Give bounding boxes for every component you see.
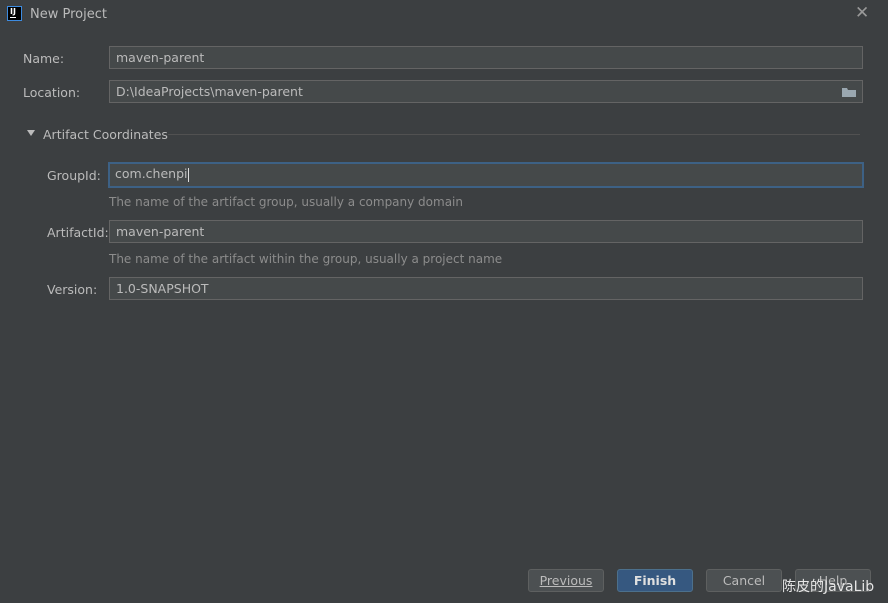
expand-triangle-icon[interactable] — [27, 130, 35, 136]
cancel-button[interactable]: Cancel — [706, 569, 782, 592]
artifactid-label: ArtifactId: — [47, 225, 109, 240]
name-input[interactable]: maven-parent — [109, 46, 863, 69]
artifactid-input[interactable]: maven-parent — [109, 220, 863, 243]
artifact-section-toggle[interactable]: Artifact Coordinates — [43, 127, 168, 142]
groupid-label: GroupId: — [47, 168, 101, 183]
groupid-hint: The name of the artifact group, usually … — [109, 195, 463, 209]
location-value: D:\IdeaProjects\maven-parent — [116, 84, 303, 99]
window-title: New Project — [30, 7, 107, 22]
version-label: Version: — [47, 282, 98, 297]
finish-button[interactable]: Finish — [617, 569, 693, 592]
groupid-value: com.chenpi — [115, 166, 188, 181]
text-caret — [187, 167, 189, 182]
artifactid-hint: The name of the artifact within the grou… — [109, 252, 503, 266]
folder-icon[interactable] — [841, 86, 857, 98]
groupid-input[interactable]: com.chenpi — [108, 162, 864, 188]
location-label: Location: — [23, 85, 81, 100]
section-divider — [168, 134, 860, 135]
watermark: 陈皮的JavaLib — [782, 579, 875, 595]
close-icon[interactable]: ✕ — [855, 3, 869, 23]
name-label: Name: — [23, 51, 65, 66]
location-input[interactable]: D:\IdeaProjects\maven-parent — [109, 80, 863, 103]
version-input[interactable]: 1.0-SNAPSHOT — [109, 277, 863, 300]
previous-button[interactable]: Previous — [528, 569, 604, 592]
intellij-idea-icon: IJ — [7, 6, 22, 21]
